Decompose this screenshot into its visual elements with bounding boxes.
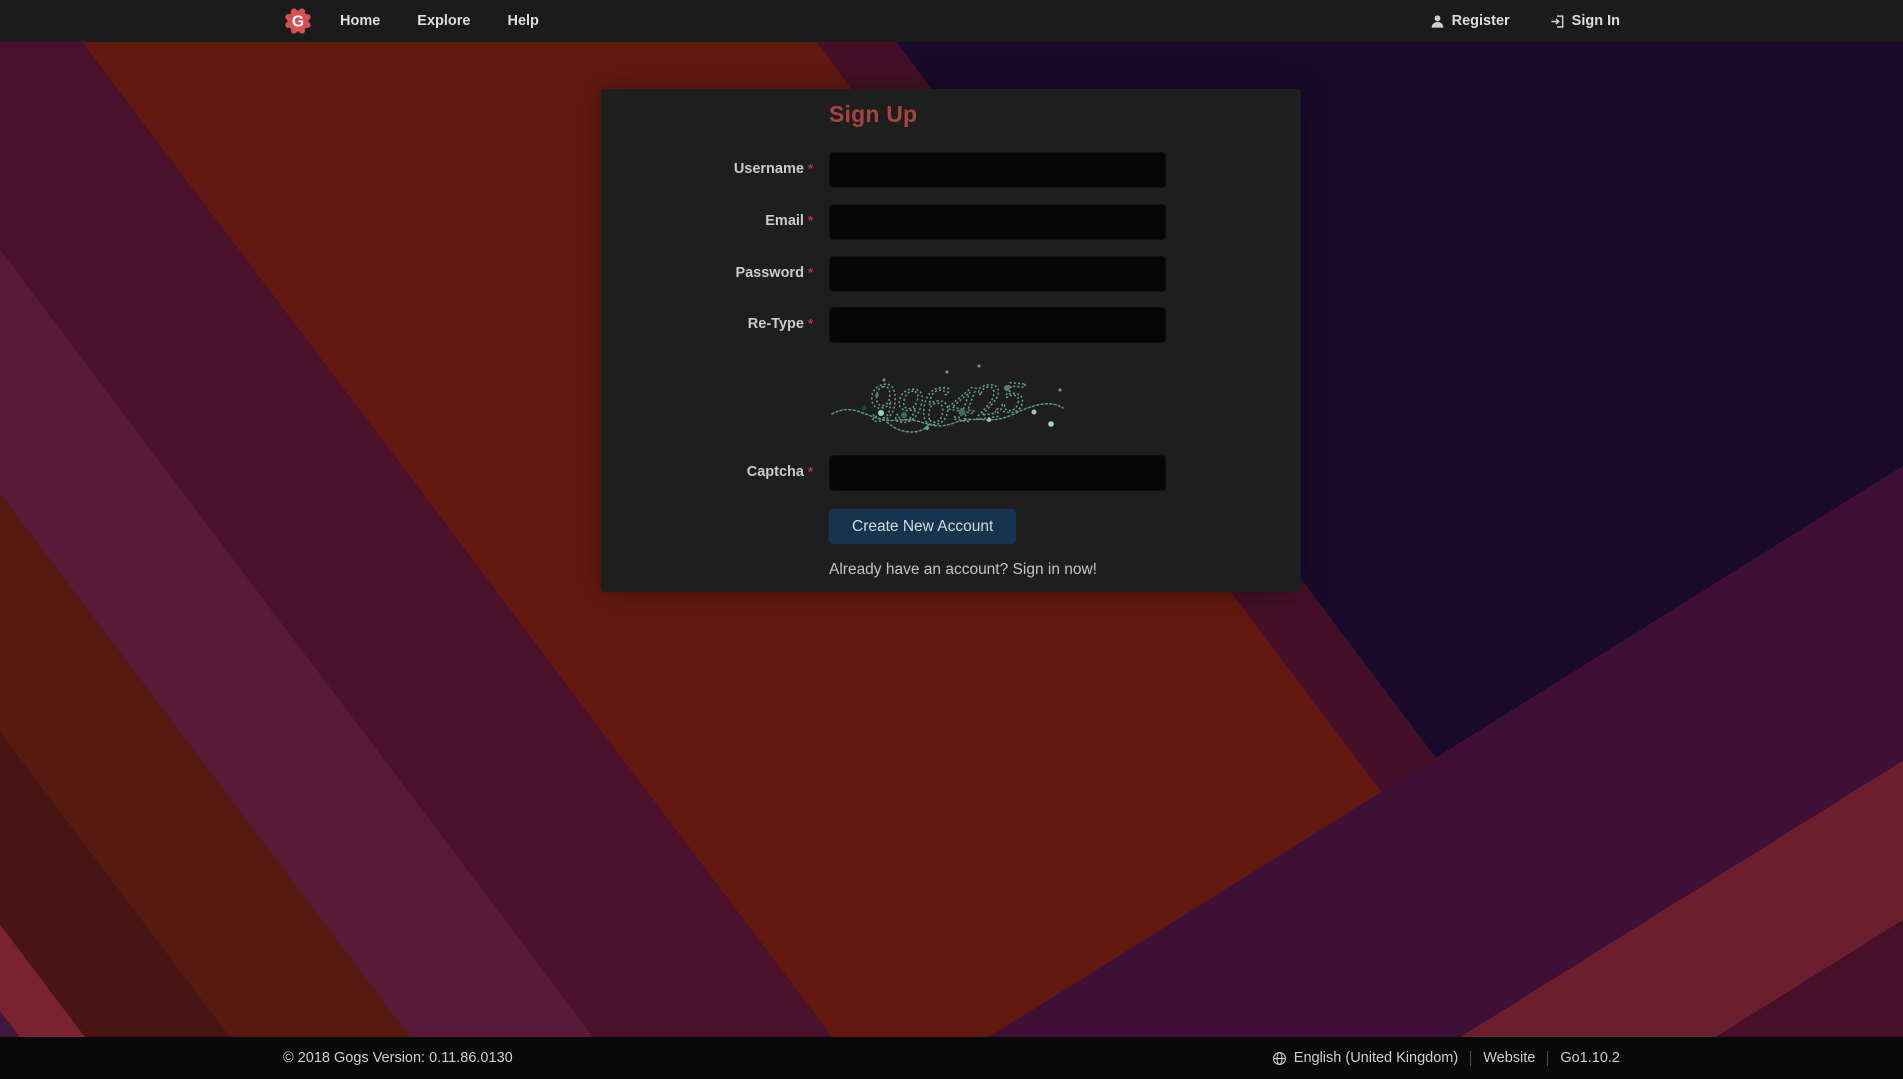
register-label: Register — [1452, 13, 1510, 29]
globe-icon — [1272, 1051, 1287, 1066]
footer-right: English (United Kingdom) Website Go1.10.… — [1272, 1050, 1620, 1066]
retype-input[interactable] — [829, 307, 1166, 343]
logo-letter: G — [292, 13, 304, 30]
signin-link[interactable]: Sign In — [1550, 13, 1620, 29]
nav-item-help[interactable]: Help — [507, 0, 538, 42]
page-title: Sign Up — [829, 101, 917, 128]
captcha-digit: 5 — [999, 375, 1028, 423]
required-marker: * — [808, 265, 813, 280]
username-input[interactable] — [829, 152, 1166, 188]
footer-divider — [1547, 1051, 1548, 1066]
username-label: Username* — [601, 161, 813, 177]
signin-hint-link[interactable]: Already have an account? Sign in now! — [829, 561, 1097, 579]
gogs-logo-icon[interactable]: G — [283, 6, 313, 36]
captcha-input[interactable] — [829, 455, 1166, 491]
captcha-image[interactable]: 9 9 6 4 2 5 — [829, 360, 1069, 440]
language-label: English (United Kingdom) — [1294, 1050, 1458, 1066]
person-icon — [1430, 14, 1445, 29]
sign-in-door-icon — [1550, 14, 1565, 29]
password-label: Password* — [601, 265, 813, 281]
signin-label: Sign In — [1572, 13, 1620, 29]
email-label: Email* — [601, 213, 813, 229]
footer: © 2018 Gogs Version: 0.11.86.0130 Englis… — [0, 1037, 1903, 1079]
retype-label: Re-Type* — [601, 316, 813, 332]
password-input[interactable] — [829, 256, 1166, 292]
signup-card: Sign Up Username* Email* Password* Re-Ty… — [601, 89, 1301, 592]
gogs-signup-page: G Home Explore Help Register — [0, 0, 1903, 1079]
captcha-label: Captcha* — [601, 464, 813, 480]
website-link[interactable]: Website — [1483, 1050, 1535, 1066]
required-marker: * — [808, 213, 813, 228]
go-version-label: Go1.10.2 — [1560, 1050, 1620, 1066]
navbar-left: G Home Explore Help — [283, 0, 539, 42]
required-marker: * — [808, 316, 813, 331]
language-selector[interactable]: English (United Kingdom) — [1272, 1050, 1458, 1066]
create-account-button[interactable]: Create New Account — [829, 509, 1016, 544]
footer-divider — [1470, 1051, 1471, 1066]
required-marker: * — [808, 464, 813, 479]
email-input[interactable] — [829, 204, 1166, 240]
required-marker: * — [808, 161, 813, 176]
copyright-text: © 2018 Gogs Version: 0.11.86.0130 — [283, 1050, 513, 1066]
nav-item-explore[interactable]: Explore — [417, 0, 470, 42]
register-link[interactable]: Register — [1430, 13, 1510, 29]
nav-item-home[interactable]: Home — [340, 0, 380, 42]
navbar-right: Register Sign In — [1390, 13, 1620, 29]
top-navbar: G Home Explore Help Register — [0, 0, 1903, 42]
